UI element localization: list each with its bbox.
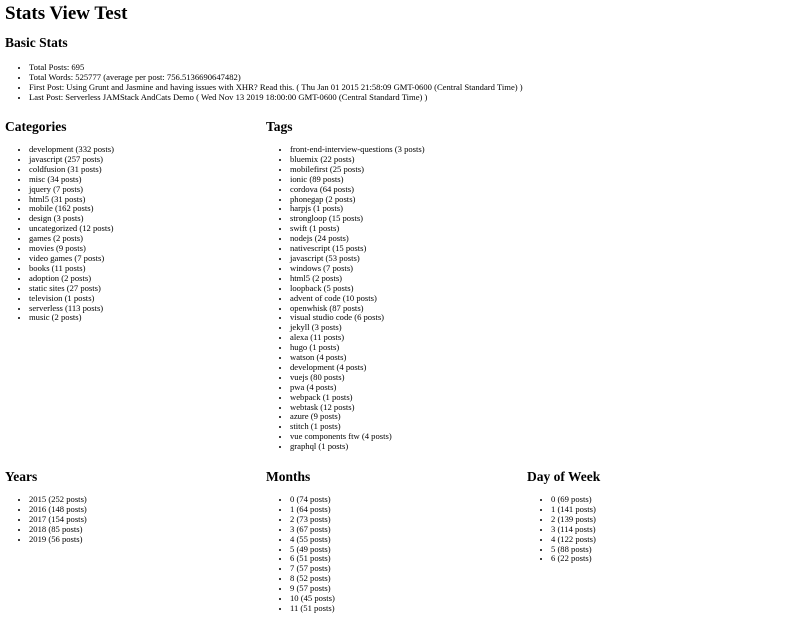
months-section: Months 0 (74 posts)1 (64 posts)2 (73 pos… — [266, 469, 335, 614]
months-heading: Months — [266, 469, 311, 484]
category-item: television (1 posts) — [29, 293, 114, 304]
tag-item: graphql (1 posts) — [290, 441, 425, 452]
year-item: 2019 (56 posts) — [29, 534, 87, 545]
years-section: Years 2015 (252 posts)2016 (148 posts)20… — [5, 469, 87, 545]
basic-stat-item: Last Post: Serverless JAMStack AndCats D… — [29, 92, 523, 103]
month-item: 11 (51 posts) — [290, 603, 335, 614]
tag-item: advent of code (10 posts) — [290, 293, 425, 304]
months-list: 0 (74 posts)1 (64 posts)2 (73 posts)3 (6… — [266, 494, 335, 614]
category-item: music (2 posts) — [29, 313, 114, 323]
basic-stats-heading: Basic Stats — [5, 35, 68, 50]
day-of-week-section: Day of Week 0 (69 posts)1 (141 posts)2 (… — [527, 469, 600, 564]
page-title: Stats View Test — [5, 3, 128, 24]
tags-list: front-end-interview-questions (3 posts)b… — [266, 144, 425, 452]
day-of-week-list: 0 (69 posts)1 (141 posts)2 (139 posts)3 … — [527, 494, 600, 564]
years-heading: Years — [5, 469, 38, 484]
day-of-week-heading: Day of Week — [527, 469, 601, 484]
tags-heading: Tags — [266, 119, 293, 134]
categories-heading: Categories — [5, 119, 67, 134]
categories-list: development (332 posts)javascript (257 p… — [5, 144, 114, 323]
day-of-week-item: 6 (22 posts) — [551, 554, 600, 564]
categories-section: Categories development (332 posts)javasc… — [5, 119, 114, 323]
tags-section: Tags front-end-interview-questions (3 po… — [266, 119, 425, 452]
basic-stats-section: Basic Stats Total Posts: 695Total Words:… — [5, 35, 523, 103]
basic-stats-list: Total Posts: 695Total Words: 525777 (ave… — [5, 62, 523, 103]
years-list: 2015 (252 posts)2016 (148 posts)2017 (15… — [5, 494, 87, 545]
